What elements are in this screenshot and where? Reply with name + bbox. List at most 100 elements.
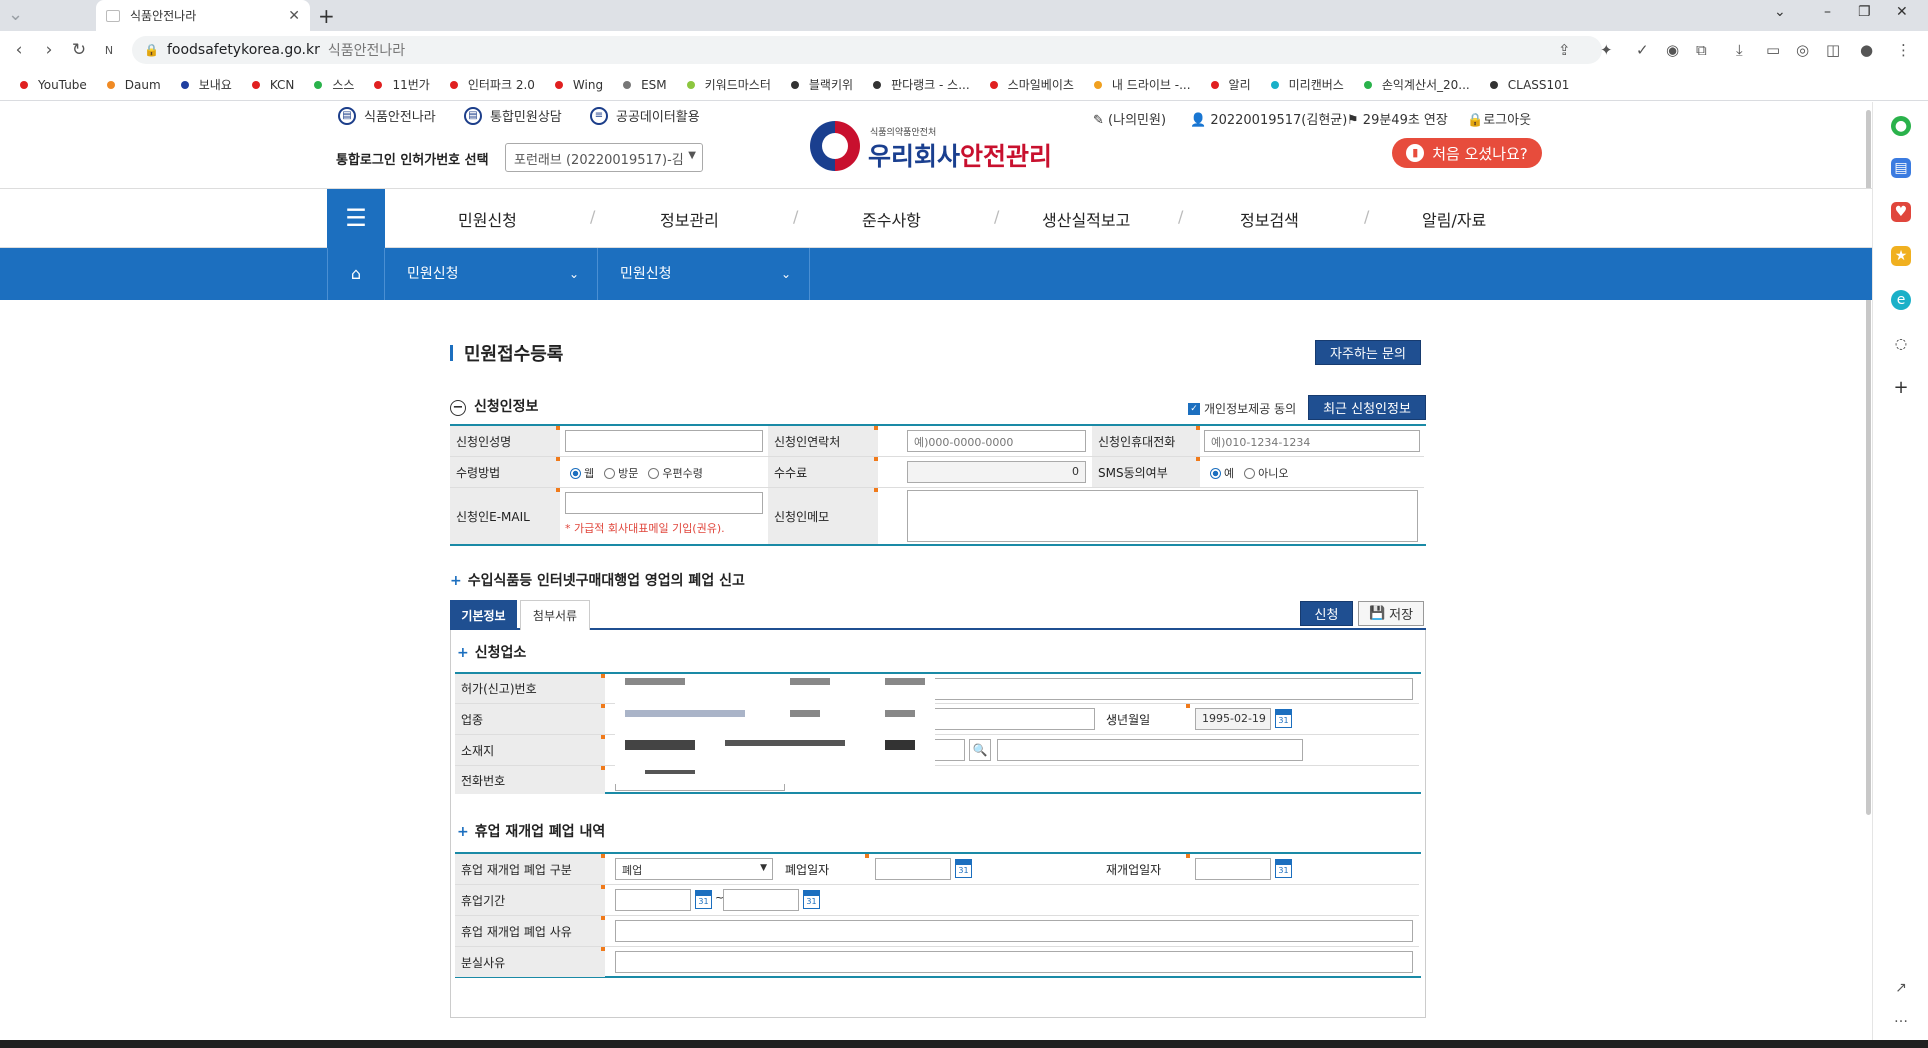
- sidebar-more-icon[interactable]: …: [1891, 1008, 1911, 1028]
- site-badge-icon[interactable]: N: [94, 44, 124, 57]
- recent-applicant-button[interactable]: 최근 신청인정보: [1308, 395, 1426, 420]
- link-foodsafety[interactable]: ▤ 식품안전나라: [338, 106, 436, 125]
- bookmark-item[interactable]: 판다랭크 - 스...: [873, 76, 970, 93]
- bookmark-item[interactable]: 내 드라이브 -...: [1093, 76, 1191, 93]
- nav-notice[interactable]: 알림/자료: [1422, 207, 1486, 231]
- bookmark-item[interactable]: 키워드마스터: [686, 76, 771, 93]
- apply-button[interactable]: 신청: [1300, 601, 1353, 626]
- nav-info-search[interactable]: 정보검색: [1240, 207, 1299, 231]
- lost-reason-input[interactable]: [615, 951, 1413, 973]
- tab-list-chevron-icon[interactable]: ⌄: [1774, 4, 1786, 20]
- bookmark-item[interactable]: 11번가: [374, 76, 430, 93]
- calendar-icon[interactable]: 31: [955, 859, 972, 878]
- bookmark-item[interactable]: ESM: [623, 78, 667, 92]
- close-tab-icon[interactable]: ✕: [288, 8, 300, 24]
- closure-date-input[interactable]: [875, 858, 951, 880]
- radio-sms-yes[interactable]: 예: [1210, 465, 1234, 481]
- bookmark-item[interactable]: YouTube: [20, 78, 87, 92]
- bookmark-item[interactable]: 보내요: [180, 76, 232, 93]
- sidebar-add-icon[interactable]: +: [1891, 378, 1911, 398]
- applicant-name-input[interactable]: [565, 430, 763, 452]
- subnav-dropdown-1[interactable]: 민원신청 ⌄: [385, 248, 598, 300]
- applicant-section-title[interactable]: − 신청인정보: [450, 396, 538, 416]
- bookmark-item[interactable]: 손익계산서_20...: [1363, 76, 1470, 93]
- bookmark-item[interactable]: 알리: [1210, 76, 1251, 93]
- closure-kind-select[interactable]: 폐업 ▼: [615, 858, 773, 880]
- collapse-icon[interactable]: −: [450, 400, 466, 416]
- bookmark-item[interactable]: Daum: [106, 78, 161, 92]
- site-logo[interactable]: 식품의약품안전처 우리회사안전관리: [810, 119, 1070, 175]
- sidebar-app-star-icon[interactable]: ★: [1891, 246, 1911, 266]
- bookmark-item[interactable]: Wing: [554, 78, 603, 92]
- bookmark-item[interactable]: 블랙키위: [790, 76, 853, 93]
- camera-icon[interactable]: ◎: [1796, 41, 1809, 59]
- closure-reason-input[interactable]: [615, 920, 1413, 942]
- reload-icon[interactable]: ↻: [64, 40, 94, 60]
- consent-checkbox[interactable]: ✓ 개인정보제공 동의: [1188, 400, 1296, 417]
- extension-icon[interactable]: ✦: [1600, 41, 1613, 59]
- bookmark-item[interactable]: 인터파크 2.0: [449, 76, 535, 93]
- search-icon[interactable]: 🔍: [969, 739, 991, 761]
- calendar-icon[interactable]: 31: [803, 890, 820, 909]
- profile-avatar[interactable]: ●: [1860, 41, 1873, 59]
- calendar-icon[interactable]: 31: [1275, 859, 1292, 878]
- applicant-mobile-input[interactable]: 예)010-1234-1234: [1204, 430, 1420, 452]
- check-icon[interactable]: ✓: [1636, 41, 1649, 59]
- cast-icon[interactable]: ▭: [1766, 41, 1780, 59]
- nav-compliance[interactable]: 준수사항: [862, 207, 921, 231]
- first-visit-button[interactable]: ▮ 처음 오셨나요?: [1392, 138, 1542, 168]
- license-select[interactable]: 포런래브 (20220019517)-김 ▼: [505, 143, 703, 172]
- side-panel-icon[interactable]: ◫: [1826, 41, 1840, 59]
- new-tab-icon[interactable]: +: [318, 4, 335, 28]
- sidebar-app-edge-icon[interactable]: e: [1891, 290, 1911, 310]
- sidebar-app-blue-icon[interactable]: ▤: [1891, 158, 1911, 178]
- tab-attachments[interactable]: 첨부서류: [520, 600, 590, 630]
- back-icon[interactable]: ‹: [4, 40, 34, 60]
- applicant-contact-input[interactable]: 예)000-0000-0000: [907, 430, 1086, 452]
- nav-production-report[interactable]: 생산실적보고: [1042, 207, 1130, 231]
- save-button[interactable]: 💾 저장: [1358, 601, 1424, 626]
- bookmark-item[interactable]: KCN: [251, 78, 294, 92]
- sidebar-external-icon[interactable]: ↗: [1891, 978, 1911, 998]
- period-end-input[interactable]: [723, 889, 799, 911]
- period-start-input[interactable]: [615, 889, 691, 911]
- session-extend[interactable]: ⚑ 29분49초 연장: [1347, 109, 1448, 128]
- bookmark-item[interactable]: CLASS101: [1489, 78, 1569, 92]
- nav-info-manage[interactable]: 정보관리: [660, 207, 719, 231]
- sidebar-chat-icon[interactable]: ◌: [1891, 334, 1911, 354]
- applicant-email-input[interactable]: [565, 492, 763, 514]
- puzzle-icon[interactable]: ⧉: [1696, 41, 1707, 59]
- sidebar-app-green-icon[interactable]: ●: [1891, 116, 1911, 136]
- radio-mail[interactable]: 우편수령: [648, 465, 703, 481]
- hamburger-menu-icon[interactable]: ☰: [327, 189, 385, 249]
- browser-tab[interactable]: 식품안전나라 ✕: [96, 0, 310, 31]
- my-civil-link[interactable]: ✎ (나의민원): [1093, 109, 1166, 128]
- faq-button[interactable]: 자주하는 문의: [1315, 340, 1421, 365]
- checkbox-checked-icon[interactable]: ✓: [1188, 402, 1200, 415]
- mouse-icon[interactable]: ◉: [1666, 41, 1679, 59]
- logout-link[interactable]: 🔒로그아웃: [1467, 109, 1531, 128]
- minimize-icon[interactable]: –: [1824, 4, 1831, 20]
- tab-basic-info[interactable]: 기본정보: [450, 600, 517, 630]
- menu-icon[interactable]: ⋮: [1896, 41, 1911, 59]
- link-public-data[interactable]: ≡ 공공데이터활용: [590, 106, 700, 125]
- calendar-icon[interactable]: 31: [1275, 709, 1292, 728]
- birth-date-input[interactable]: 1995-02-19: [1195, 708, 1271, 730]
- home-icon[interactable]: ⌂: [327, 248, 385, 300]
- link-civil-consult[interactable]: ▤ 통합민원상담: [464, 106, 562, 125]
- download-icon[interactable]: ⤓: [1736, 41, 1743, 59]
- address-detail-input[interactable]: [997, 739, 1303, 761]
- subnav-dropdown-2[interactable]: 민원신청 ⌄: [598, 248, 810, 300]
- bookmark-item[interactable]: 스스: [314, 76, 354, 93]
- close-window-icon[interactable]: ✕: [1896, 4, 1908, 20]
- reopen-date-input[interactable]: [1195, 858, 1271, 880]
- radio-visit[interactable]: 방문: [604, 465, 638, 481]
- restore-icon[interactable]: ❐: [1858, 4, 1871, 20]
- calendar-icon[interactable]: 31: [695, 890, 712, 909]
- radio-sms-no[interactable]: 아니오: [1244, 465, 1289, 481]
- bookmark-item[interactable]: 미리캔버스: [1270, 76, 1344, 93]
- applicant-memo-textarea[interactable]: [907, 490, 1418, 542]
- nav-civil-apply[interactable]: 민원신청: [458, 207, 517, 231]
- radio-web[interactable]: 웹: [570, 465, 594, 481]
- forward-icon[interactable]: ›: [34, 40, 64, 60]
